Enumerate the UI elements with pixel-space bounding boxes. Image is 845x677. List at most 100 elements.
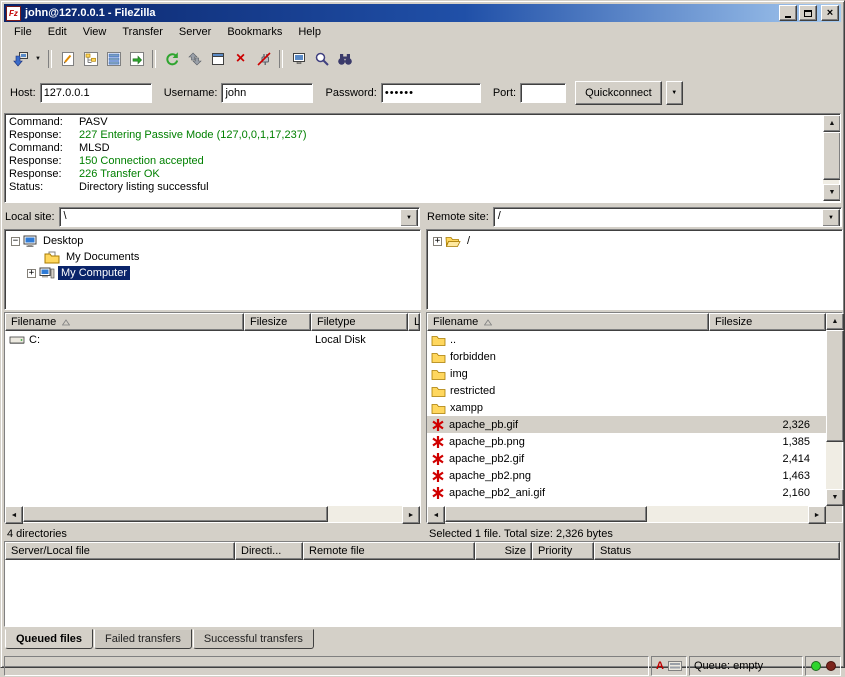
remote-file-row[interactable]: restricted bbox=[427, 382, 826, 399]
broken-image-icon bbox=[431, 435, 445, 449]
column-header-direction[interactable]: Directi... bbox=[235, 542, 303, 560]
scrollbar-track[interactable] bbox=[23, 506, 402, 522]
remote-file-row[interactable]: apache_pb.png 1,385 bbox=[427, 433, 826, 450]
toggle-remote-tree-button[interactable] bbox=[102, 48, 125, 70]
local-file-row[interactable]: C: Local Disk bbox=[5, 331, 420, 348]
menu-help[interactable]: Help bbox=[290, 23, 329, 42]
refresh-icon bbox=[164, 51, 180, 67]
collapse-icon[interactable]: − bbox=[11, 237, 20, 246]
remote-file-row[interactable]: img bbox=[427, 365, 826, 382]
log-vertical-scrollbar[interactable]: ▲ ▼ bbox=[823, 115, 839, 201]
host-input[interactable] bbox=[40, 83, 152, 103]
reconnect-button[interactable] bbox=[287, 48, 310, 70]
menu-server[interactable]: Server bbox=[171, 23, 219, 42]
filezilla-logo-icon[interactable]: Fz bbox=[6, 6, 21, 21]
toggle-local-tree-button[interactable] bbox=[79, 48, 102, 70]
scrollbar-thumb[interactable] bbox=[23, 506, 328, 522]
column-header-priority[interactable]: Priority bbox=[532, 542, 594, 560]
preview-queue-button[interactable] bbox=[206, 48, 229, 70]
expand-icon[interactable]: + bbox=[27, 269, 36, 278]
cancel-button[interactable]: × bbox=[229, 48, 252, 70]
menu-view[interactable]: View bbox=[75, 23, 115, 42]
toggle-message-log-button[interactable] bbox=[56, 48, 79, 70]
local-horizontal-scrollbar[interactable]: ◄ ► bbox=[5, 506, 420, 522]
remote-horizontal-scrollbar[interactable]: ◄ ► bbox=[427, 506, 826, 522]
port-input[interactable] bbox=[520, 83, 566, 103]
log-line: Response:226 Transfer OK bbox=[9, 168, 820, 181]
disconnect-button[interactable] bbox=[252, 48, 275, 70]
remote-file-row[interactable]: apache_pb2_ani.gif 2,160 bbox=[427, 484, 826, 501]
tree-item-my-documents[interactable]: My Documents bbox=[5, 249, 420, 265]
remote-file-row[interactable]: apache_pb2.gif 2,414 bbox=[427, 450, 826, 467]
scroll-down-button[interactable]: ▼ bbox=[823, 184, 841, 201]
filter-button[interactable] bbox=[333, 48, 356, 70]
menu-file[interactable]: File bbox=[6, 23, 40, 42]
site-manager-dropdown-button[interactable]: ▼ bbox=[32, 48, 44, 70]
column-header-filetype[interactable]: Filetype bbox=[311, 313, 408, 331]
column-header-remote-file[interactable]: Remote file bbox=[303, 542, 475, 560]
column-header-status[interactable]: Status bbox=[594, 542, 840, 560]
remote-vertical-scrollbar[interactable]: ▲ ▼ bbox=[826, 313, 842, 522]
remote-site-combobox[interactable]: / ▼ bbox=[493, 207, 842, 227]
port-label: Port: bbox=[493, 87, 516, 99]
window-icon bbox=[210, 51, 226, 67]
binoculars-icon bbox=[337, 51, 353, 67]
tree-item-my-computer[interactable]: + My Computer bbox=[5, 265, 420, 281]
scroll-right-button[interactable]: ► bbox=[402, 506, 420, 524]
scrollbar-track[interactable] bbox=[445, 506, 808, 522]
process-queue-button[interactable] bbox=[183, 48, 206, 70]
scroll-up-button[interactable]: ▲ bbox=[823, 115, 841, 132]
scroll-up-button[interactable]: ▲ bbox=[826, 313, 844, 330]
remote-file-row[interactable]: .. bbox=[427, 331, 826, 348]
close-button[interactable]: × bbox=[821, 5, 839, 21]
local-list-header: Filename Filesize Filetype L bbox=[5, 313, 420, 331]
sort-ascending-icon bbox=[484, 319, 492, 326]
quickconnect-button[interactable]: Quickconnect bbox=[575, 81, 662, 105]
combo-dropdown-button[interactable]: ▼ bbox=[822, 209, 840, 227]
tree-item-desktop[interactable]: − Desktop bbox=[5, 233, 420, 249]
column-header-server-local-file[interactable]: Server/Local file bbox=[5, 542, 235, 560]
column-header-filename[interactable]: Filename bbox=[427, 313, 709, 331]
scroll-left-button[interactable]: ◄ bbox=[5, 506, 23, 524]
scroll-left-button[interactable]: ◄ bbox=[427, 506, 445, 524]
column-header-size[interactable]: Size bbox=[475, 542, 532, 560]
toggle-queue-button[interactable] bbox=[125, 48, 148, 70]
scrollbar-thumb[interactable] bbox=[823, 132, 841, 180]
tab-successful-transfers[interactable]: Successful transfers bbox=[193, 629, 314, 649]
site-manager-icon bbox=[13, 51, 29, 67]
search-button[interactable] bbox=[310, 48, 333, 70]
remote-file-row[interactable]: forbidden bbox=[427, 348, 826, 365]
tab-queued-files[interactable]: Queued files bbox=[5, 629, 93, 649]
tab-failed-transfers[interactable]: Failed transfers bbox=[94, 629, 192, 649]
remote-file-row[interactable]: xampp bbox=[427, 399, 826, 416]
menu-bookmarks[interactable]: Bookmarks bbox=[219, 23, 290, 42]
local-site-combobox[interactable]: \ ▼ bbox=[59, 207, 420, 227]
quickconnect-dropdown-button[interactable]: ▼ bbox=[666, 81, 683, 105]
scrollbar-thumb[interactable] bbox=[445, 506, 647, 522]
column-header-filesize[interactable]: Filesize bbox=[244, 313, 311, 331]
menu-edit[interactable]: Edit bbox=[40, 23, 75, 42]
username-input[interactable] bbox=[221, 83, 313, 103]
column-header-filename[interactable]: Filename bbox=[5, 313, 244, 331]
remote-file-row-selected[interactable]: apache_pb.gif 2,326 bbox=[427, 416, 826, 433]
scrollbar-track[interactable] bbox=[823, 132, 839, 184]
expand-icon[interactable]: + bbox=[433, 237, 442, 246]
column-header-last-modified[interactable]: L bbox=[408, 313, 420, 331]
combo-dropdown-button[interactable]: ▼ bbox=[400, 209, 418, 227]
drive-icon bbox=[9, 334, 25, 346]
scroll-down-button[interactable]: ▼ bbox=[826, 489, 844, 506]
sort-ascending-icon bbox=[62, 319, 70, 326]
folder-icon bbox=[431, 351, 446, 363]
maximize-button[interactable] bbox=[799, 5, 817, 21]
refresh-button[interactable] bbox=[160, 48, 183, 70]
tree-item-root[interactable]: + / bbox=[427, 233, 842, 249]
column-header-filesize[interactable]: Filesize bbox=[709, 313, 826, 331]
remote-file-row[interactable]: apache_pb2.png 1,463 bbox=[427, 467, 826, 484]
menu-transfer[interactable]: Transfer bbox=[114, 23, 171, 42]
minimize-button[interactable] bbox=[779, 5, 797, 21]
password-input[interactable] bbox=[381, 83, 481, 103]
scroll-right-button[interactable]: ► bbox=[808, 506, 826, 524]
site-manager-button[interactable] bbox=[9, 48, 32, 70]
scrollbar-track[interactable] bbox=[826, 330, 842, 489]
scrollbar-thumb[interactable] bbox=[826, 330, 844, 442]
